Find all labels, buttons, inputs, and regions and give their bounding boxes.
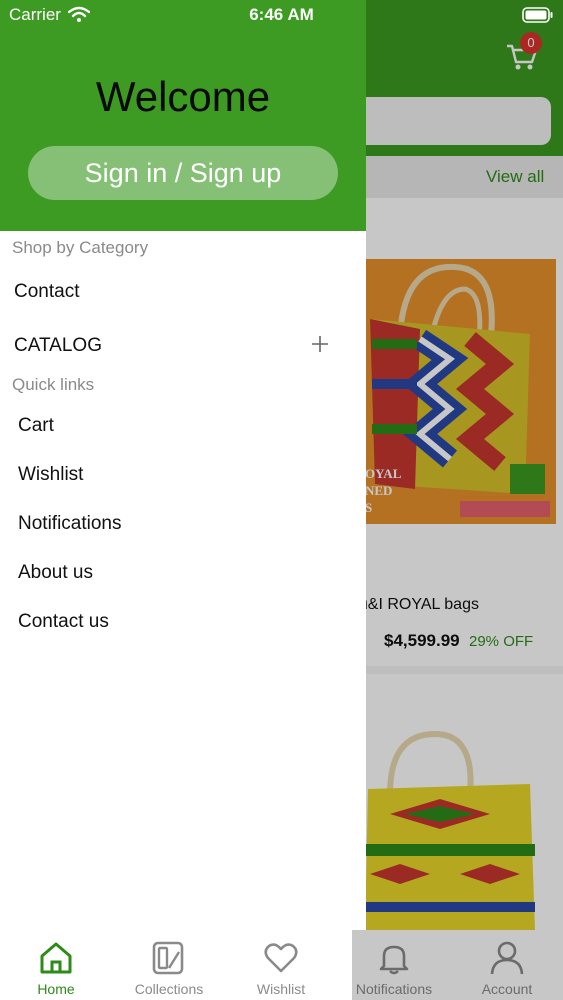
- tab-bar: Home Collections Wishlist Notifications …: [0, 930, 563, 1000]
- side-drawer: Welcome Sign in / Sign up Shop by Catego…: [0, 0, 366, 930]
- tab-wishlist-label: Wishlist: [256, 981, 306, 997]
- drawer-header: Welcome Sign in / Sign up: [0, 0, 366, 231]
- quick-link-contact-us[interactable]: Contact us: [18, 611, 109, 633]
- quick-link-about-us[interactable]: About us: [18, 562, 93, 584]
- category-item-contact[interactable]: Contact: [14, 281, 79, 303]
- collections-icon: [152, 941, 184, 975]
- tab-collections-label: Collections: [134, 981, 204, 997]
- quick-links-label: Quick links: [12, 375, 95, 394]
- welcome-title: Welcome: [95, 73, 271, 120]
- battery-icon: [522, 7, 553, 23]
- tab-home[interactable]: Home: [0, 930, 112, 1000]
- quick-link-notifications[interactable]: Notifications: [18, 513, 122, 535]
- home-icon: [40, 942, 72, 974]
- shop-by-category-label: Shop by Category: [12, 238, 149, 257]
- quick-link-wishlist[interactable]: Wishlist: [18, 464, 83, 486]
- tab-bar-dim: [352, 930, 563, 1000]
- sign-in-button[interactable]: Sign in / Sign up: [28, 146, 338, 200]
- category-item-catalog[interactable]: CATALOG: [14, 335, 102, 357]
- tab-home-label: Home: [37, 981, 75, 997]
- plus-icon[interactable]: [311, 335, 329, 353]
- tab-collections[interactable]: Collections: [113, 930, 225, 1000]
- quick-link-cart[interactable]: Cart: [18, 415, 54, 437]
- clock: 6:46 AM: [249, 5, 314, 24]
- heart-icon: [264, 943, 298, 973]
- tab-wishlist[interactable]: Wishlist: [225, 930, 337, 1000]
- status-bar: Carrier 6:46 AM: [0, 0, 563, 30]
